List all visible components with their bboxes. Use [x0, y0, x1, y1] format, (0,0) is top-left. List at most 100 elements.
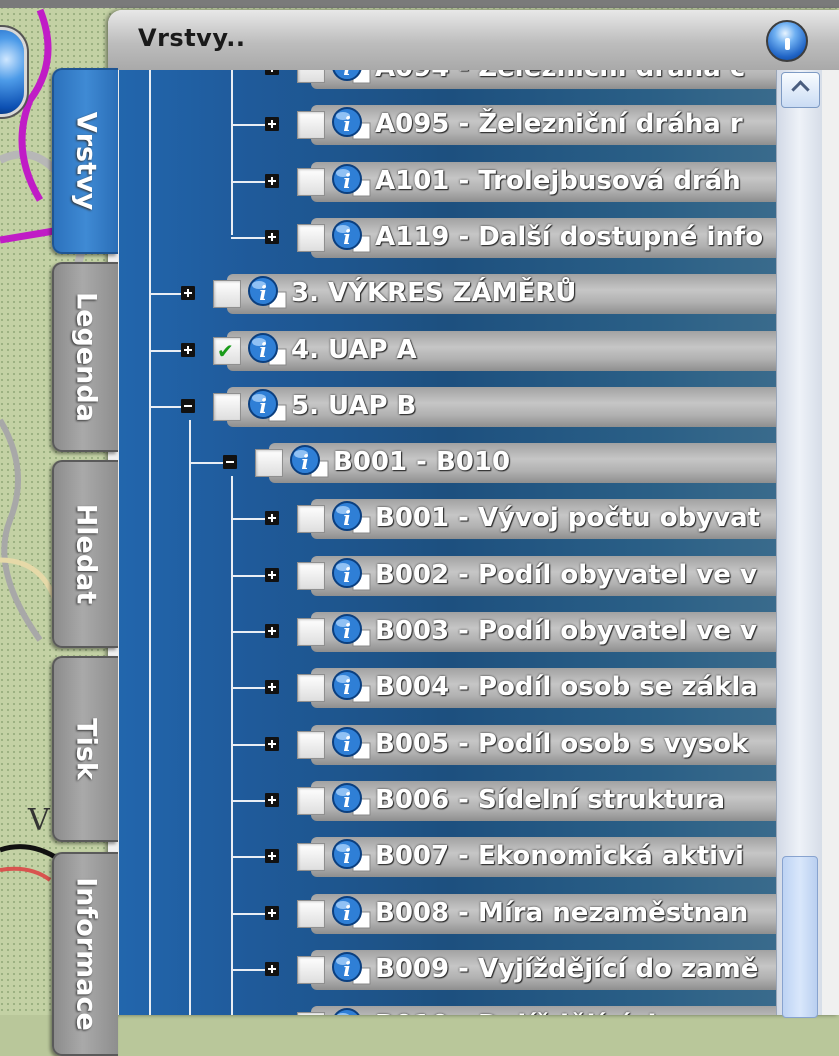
expand-icon[interactable] [181, 286, 195, 301]
layer-row[interactable]: i A094 - Železniční dráha c [119, 70, 779, 93]
tab-label: Vrstvy [70, 111, 102, 211]
tab-vrstvy[interactable]: Vrstvy [52, 68, 118, 254]
layer-checkbox[interactable] [297, 843, 325, 872]
expand-icon[interactable] [265, 173, 279, 188]
expand-icon[interactable] [265, 792, 279, 807]
layer-info-icon[interactable]: i [247, 332, 287, 367]
svg-text:i: i [343, 957, 351, 981]
layer-checkbox[interactable] [297, 955, 325, 984]
layer-checkbox[interactable] [255, 449, 283, 478]
layer-info-icon[interactable]: i [331, 557, 371, 592]
layer-row[interactable]: i B010 - Dojíždějící do zam [119, 1002, 779, 1015]
layer-info-icon[interactable]: i [331, 782, 371, 817]
expand-icon[interactable] [265, 961, 279, 976]
layer-info-icon[interactable]: i [331, 726, 371, 761]
layer-info-icon[interactable]: i [331, 219, 371, 254]
info-globe-icon[interactable] [766, 20, 808, 62]
expand-icon[interactable] [181, 342, 195, 357]
layer-checkbox[interactable] [297, 618, 325, 646]
expand-icon[interactable] [265, 849, 279, 864]
layer-row[interactable]: i B009 - Vyjíždějící do zamě [119, 946, 779, 994]
tree-connector-line [231, 743, 265, 746]
tree-connector-line [231, 518, 265, 521]
tab-legenda[interactable]: Legenda [52, 262, 118, 452]
layer-checkbox[interactable] [297, 167, 325, 196]
scroll-up-button[interactable] [781, 72, 820, 108]
expand-icon[interactable] [265, 70, 279, 75]
layer-info-icon[interactable]: i [331, 501, 371, 535]
layer-info-icon[interactable]: i [331, 839, 371, 873]
tab-informace[interactable]: Informace [52, 852, 118, 1056]
layer-info-icon[interactable]: i [331, 163, 371, 198]
svg-text:i: i [343, 732, 351, 756]
layer-row[interactable]: i 5. UAP B [119, 383, 779, 431]
layer-checkbox[interactable] [297, 70, 325, 83]
layer-info-icon[interactable]: i [331, 670, 371, 704]
layer-info-icon[interactable]: i [247, 388, 287, 423]
expand-icon[interactable] [265, 511, 279, 526]
layer-row[interactable]: i A119 - Další dostupné info [119, 214, 779, 262]
layer-row[interactable]: i B001 - B010 [119, 439, 779, 487]
expand-icon[interactable] [265, 624, 279, 638]
layer-info-icon[interactable]: i [247, 276, 287, 310]
expand-icon[interactable] [265, 117, 279, 132]
svg-text:i: i [259, 394, 267, 418]
layer-checkbox[interactable] [297, 674, 325, 703]
tree-connector-line [149, 70, 151, 1015]
collapse-icon[interactable] [223, 455, 237, 470]
expand-icon[interactable] [265, 680, 279, 695]
layer-row[interactable]: i B007 - Ekonomická aktivi [119, 833, 779, 881]
layer-info-icon[interactable]: i [331, 70, 371, 85]
vertical-scrollbar[interactable] [776, 70, 822, 1018]
layer-row[interactable]: i B006 - Sídelní struktura [119, 777, 779, 825]
layer-checkbox[interactable]: ✔ [213, 336, 241, 365]
layer-info-icon[interactable]: i [289, 445, 329, 479]
expand-icon[interactable] [265, 229, 279, 244]
expand-icon[interactable] [265, 905, 279, 920]
layer-checkbox[interactable] [297, 561, 325, 590]
svg-text:i: i [259, 338, 267, 362]
layer-tree[interactable]: i A094 - Železniční dráha c i A095 - Železn… [119, 70, 779, 1015]
layer-row[interactable]: i 3. VÝKRES ZÁMĚRŮ [119, 270, 779, 318]
layer-row[interactable]: i B005 - Podíl osob s vysok [119, 721, 779, 769]
layer-label: B001 - Vývoj počtu obyvat [375, 503, 761, 534]
layer-row[interactable]: i A095 - Železniční dráha r [119, 101, 779, 149]
svg-text:i: i [343, 70, 351, 80]
layer-row[interactable]: i B008 - Míra nezaměstnan [119, 890, 779, 938]
layer-checkbox[interactable] [297, 786, 325, 815]
layer-row[interactable]: ✔ i 4. UAP A [119, 327, 779, 375]
layer-checkbox[interactable] [297, 899, 325, 928]
layer-row[interactable]: i B003 - Podíl obyvatel ve v [119, 608, 779, 656]
globe-button[interactable] [0, 30, 24, 114]
tab-tisk[interactable]: Tisk [52, 656, 118, 842]
layer-checkbox[interactable] [297, 111, 325, 140]
layer-row[interactable]: i B001 - Vývoj počtu obyvat [119, 495, 779, 543]
layer-checkbox[interactable] [297, 505, 325, 534]
tree-connector-line [231, 70, 233, 235]
layer-checkbox[interactable] [213, 280, 241, 309]
layer-info-icon[interactable]: i [331, 614, 371, 648]
expand-icon[interactable] [265, 567, 279, 582]
tab-label: Informace [70, 877, 102, 1031]
svg-text:i: i [343, 506, 351, 530]
layer-info-icon[interactable]: i [331, 107, 371, 141]
tree-connector-line [149, 349, 181, 352]
scroll-thumb[interactable] [782, 856, 818, 1018]
layer-row[interactable]: i A101 - Trolejbusová dráh [119, 158, 779, 206]
layer-info-icon[interactable]: i [331, 1008, 371, 1015]
layer-row[interactable]: i B002 - Podíl obyvatel ve v [119, 552, 779, 600]
layer-info-icon[interactable]: i [331, 895, 371, 930]
layer-checkbox[interactable] [297, 223, 325, 252]
layer-label: A101 - Trolejbusová dráh [375, 165, 741, 196]
checkmark-icon: ✔ [217, 338, 234, 363]
tab-hledat[interactable]: Hledat [52, 460, 118, 648]
svg-text:i: i [343, 112, 351, 136]
expand-icon[interactable] [265, 736, 279, 751]
layer-row[interactable]: i B004 - Podíl osob se zákla [119, 664, 779, 712]
layer-checkbox[interactable] [297, 730, 325, 759]
collapse-icon[interactable] [181, 398, 195, 413]
layer-label: 4. UAP A [291, 334, 417, 365]
tree-connector-line [189, 420, 191, 1015]
layer-info-icon[interactable]: i [331, 951, 371, 986]
layer-checkbox[interactable] [213, 392, 241, 421]
